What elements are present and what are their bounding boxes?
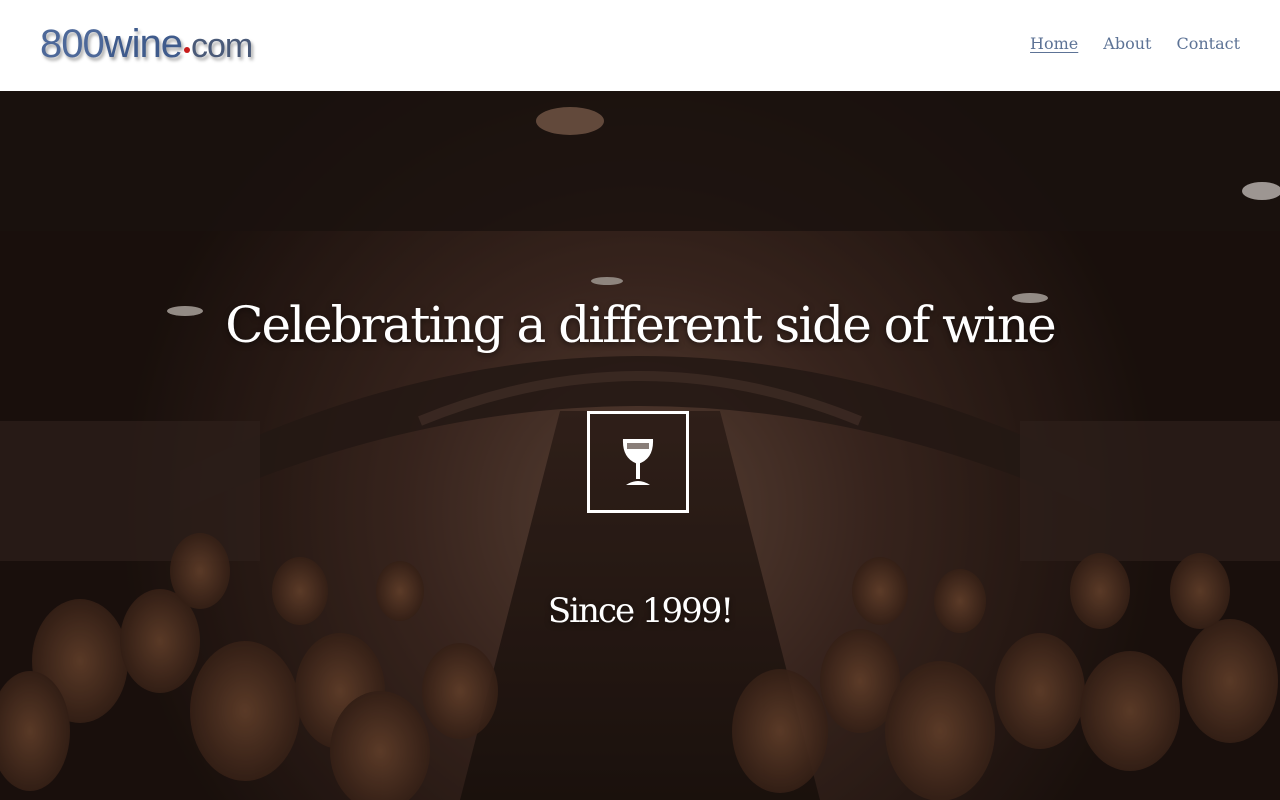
main-nav: Home About Contact (1030, 34, 1240, 53)
wine-icon-frame (587, 411, 689, 513)
hero-headline: Celebrating a different side of wine (225, 296, 1057, 354)
nav-link-home[interactable]: Home (1030, 34, 1078, 53)
hero-section: Celebrating a different side of wine Sin… (0, 91, 1280, 800)
logo-text-com: com (191, 27, 253, 65)
logo-text-wine: wine (103, 22, 183, 66)
logo-text-800: 800 (40, 22, 105, 66)
nav-link-contact[interactable]: Contact (1176, 34, 1240, 53)
wine-glass-icon (622, 439, 654, 485)
site-logo[interactable]: 800 wine com (40, 22, 253, 68)
logo-dot (184, 47, 191, 53)
hero-tagline: Since 1999! (547, 591, 734, 631)
nav-link-about[interactable]: About (1103, 34, 1151, 53)
site-header: 800 wine com Home About Contact (0, 0, 1280, 91)
